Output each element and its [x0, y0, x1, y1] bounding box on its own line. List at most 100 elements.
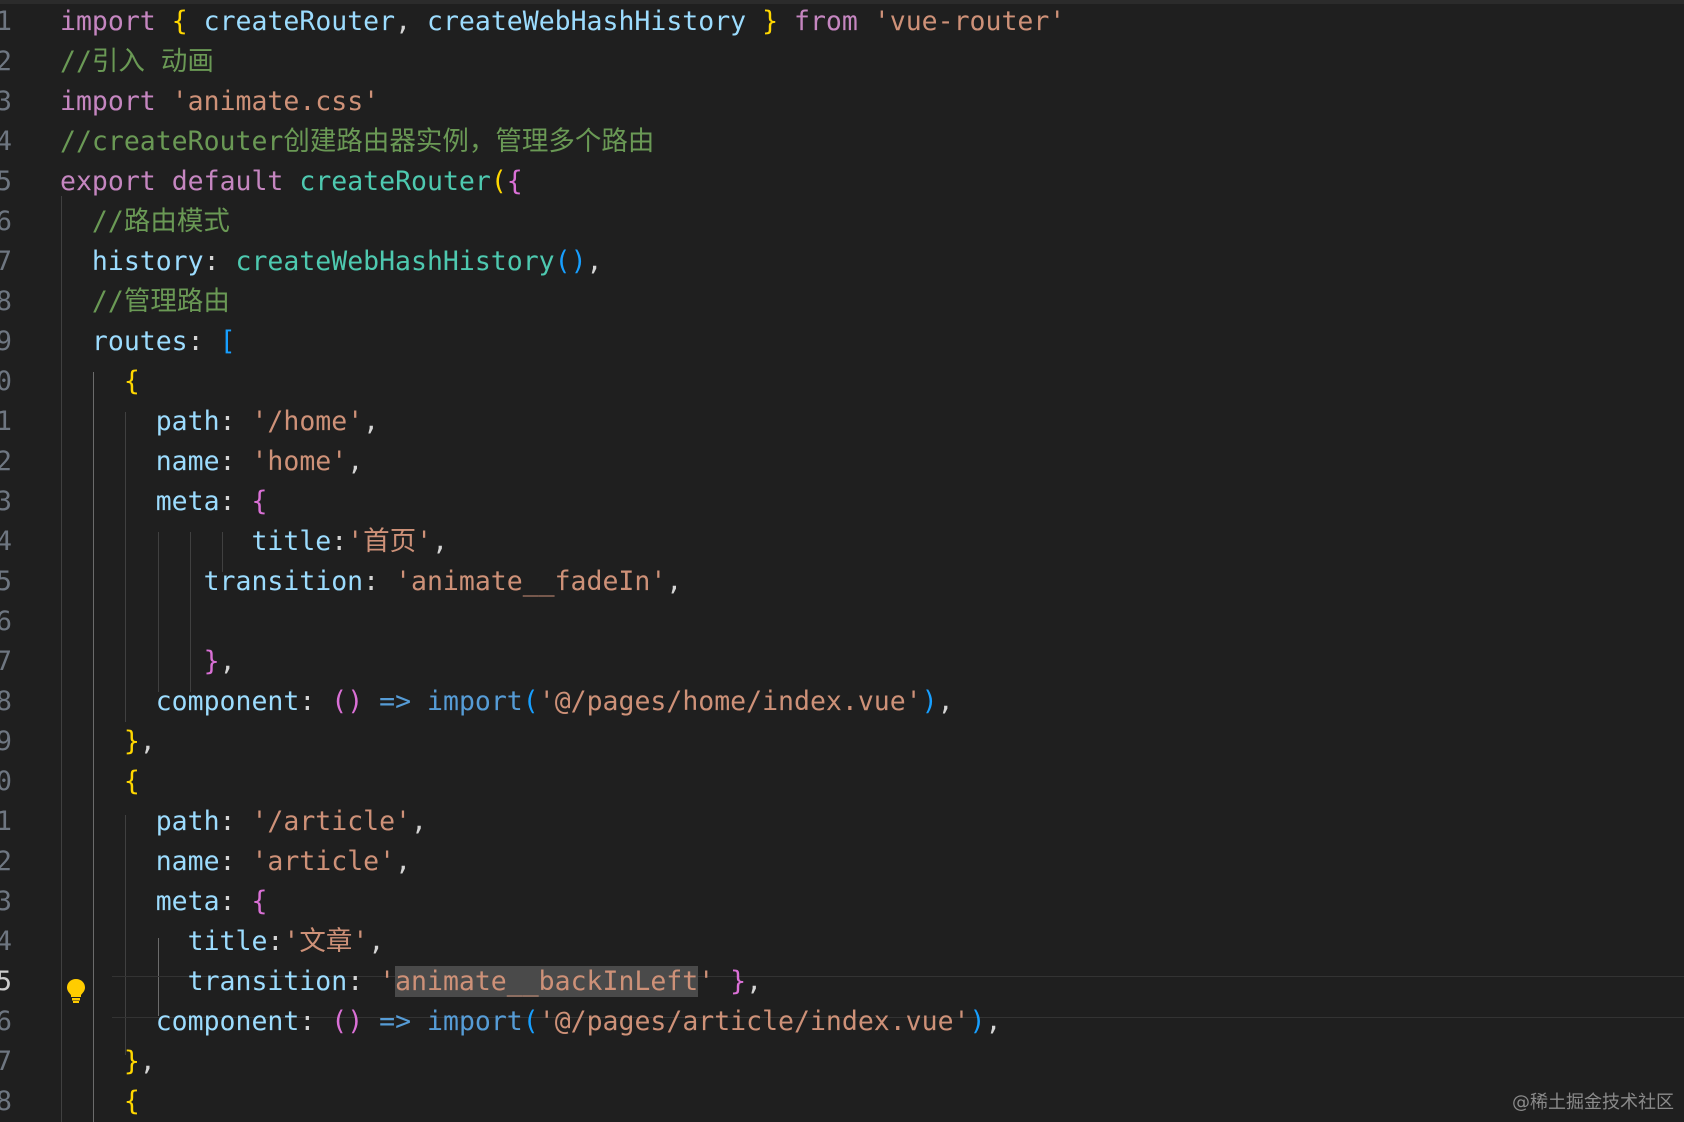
code-text[interactable]: path: '/article',	[60, 804, 427, 840]
code-line[interactable]: 0 {	[0, 762, 1684, 802]
code-line[interactable]: 2 name: 'home',	[0, 442, 1684, 482]
code-text[interactable]: export default createRouter({	[60, 164, 523, 200]
code-token: {	[123, 766, 140, 797]
code-line[interactable]: 6	[0, 602, 1684, 642]
code-text[interactable]: path: '/home',	[60, 404, 379, 440]
code-line[interactable]: 2 name: 'article',	[0, 842, 1684, 882]
code-text[interactable]: //路由模式	[60, 204, 230, 240]
code-text[interactable]: //引入 动画	[60, 44, 214, 80]
code-token: :	[363, 566, 396, 597]
line-number: 6	[0, 1006, 12, 1037]
code-token: (	[522, 1006, 539, 1037]
code-line[interactable]: 6 component: () => import('@/pages/artic…	[0, 1002, 1684, 1042]
code-editor[interactable]: 1 import { createRouter, createWebHashHis…	[0, 0, 1684, 1122]
code-token: :	[299, 686, 332, 717]
code-line[interactable]: 8 component: () => import('@/pages/home/…	[0, 682, 1684, 722]
code-line[interactable]: 7 },	[0, 1042, 1684, 1082]
code-text[interactable]: history: createWebHashHistory(),	[60, 244, 603, 280]
code-text[interactable]: title:'首页',	[60, 524, 448, 560]
code-line[interactable]: 1 path: '/article',	[0, 802, 1684, 842]
code-text[interactable]: },	[60, 1044, 156, 1080]
line-number: 6	[0, 606, 12, 637]
code-token: }	[762, 6, 779, 37]
code-text[interactable]: import 'animate.css'	[60, 84, 379, 120]
code-text[interactable]: {	[60, 1084, 140, 1120]
code-text[interactable]: meta: {	[60, 484, 268, 520]
code-token: import	[60, 86, 156, 117]
code-text[interactable]: title:'文章',	[60, 924, 385, 960]
code-token: default	[171, 166, 284, 197]
code-line[interactable]: 8 //管理路由	[0, 282, 1684, 322]
code-text[interactable]: routes: [	[60, 324, 236, 360]
code-token: ()	[331, 686, 364, 717]
code-token: component	[60, 1006, 300, 1037]
code-text[interactable]: component: () => import('@/pages/article…	[60, 1004, 1002, 1040]
code-line[interactable]: 9 },	[0, 722, 1684, 762]
code-token: ,	[363, 406, 380, 437]
line-number: 1	[0, 806, 12, 837]
line-number: 8	[0, 686, 12, 717]
code-line[interactable]: 4 title:'首页',	[0, 522, 1684, 562]
line-number: 7	[0, 246, 12, 277]
code-line[interactable]: 0 {	[0, 362, 1684, 402]
watermark: @稀土掘金技术社区	[1512, 1092, 1674, 1113]
line-number: 5	[0, 166, 12, 197]
code-line[interactable]: 8 {	[0, 1082, 1684, 1122]
lightbulb-icon[interactable]	[66, 978, 86, 1004]
code-token: :	[219, 486, 252, 517]
code-token: :	[219, 846, 252, 877]
code-line[interactable]: 6 //路由模式	[0, 202, 1684, 242]
code-token: import	[427, 686, 523, 717]
line-number: 0	[0, 766, 12, 797]
code-text[interactable]: },	[60, 644, 236, 680]
code-text[interactable]: //createRouter创建路由器实例，管理多个路由	[60, 124, 654, 160]
code-line[interactable]: 5 transition: 'animate__backInLeft' },	[0, 962, 1684, 1002]
code-token: :	[187, 326, 220, 357]
code-token: path	[60, 406, 220, 437]
code-text[interactable]: transition: 'animate__fadeIn',	[60, 564, 683, 600]
code-token: (	[490, 166, 507, 197]
code-text[interactable]: component: () => import('@/pages/home/in…	[60, 684, 954, 720]
code-text[interactable]: name: 'article',	[60, 844, 411, 880]
code-line[interactable]: 3 import 'animate.css'	[0, 82, 1684, 122]
code-text[interactable]: //管理路由	[60, 284, 230, 320]
code-text[interactable]: meta: {	[60, 884, 268, 920]
code-line[interactable]: 5 transition: 'animate__fadeIn',	[0, 562, 1684, 602]
code-text[interactable]: {	[60, 364, 140, 400]
line-number: 9	[0, 726, 12, 757]
code-line[interactable]: 7 history: createWebHashHistory(),	[0, 242, 1684, 282]
line-number: 4	[0, 126, 12, 157]
code-line[interactable]: 4 //createRouter创建路由器实例，管理多个路由	[0, 122, 1684, 162]
code-line[interactable]: 1 path: '/home',	[0, 402, 1684, 442]
code-token: '文章'	[283, 926, 369, 957]
code-token: :	[219, 406, 252, 437]
code-text[interactable]: transition: 'animate__backInLeft' },	[60, 964, 762, 1000]
code-token: createWebHashHistory	[427, 6, 747, 37]
code-line[interactable]: 4 title:'文章',	[0, 922, 1684, 962]
code-token: transition	[60, 966, 348, 997]
code-text[interactable]: {	[60, 764, 140, 800]
code-text[interactable]: },	[60, 724, 156, 760]
code-line[interactable]: 9 routes: [	[0, 322, 1684, 362]
code-text[interactable]: import { createRouter, createWebHashHist…	[60, 4, 1065, 40]
code-line[interactable]: 1 import { createRouter, createWebHashHis…	[0, 2, 1684, 42]
code-line[interactable]: 3 meta: {	[0, 482, 1684, 522]
code-token: '/home'	[251, 406, 364, 437]
code-token: createWebHashHistory	[235, 246, 555, 277]
code-line[interactable]: 2 //引入 动画	[0, 42, 1684, 82]
code-line[interactable]: 3 meta: {	[0, 882, 1684, 922]
code-token: :	[347, 966, 380, 997]
code-text[interactable]: name: 'home',	[60, 444, 363, 480]
code-line[interactable]: 7 },	[0, 642, 1684, 682]
code-token: '	[698, 966, 715, 997]
code-line[interactable]: 5 export default createRouter({	[0, 162, 1684, 202]
code-token: 'vue-router'	[873, 6, 1066, 37]
